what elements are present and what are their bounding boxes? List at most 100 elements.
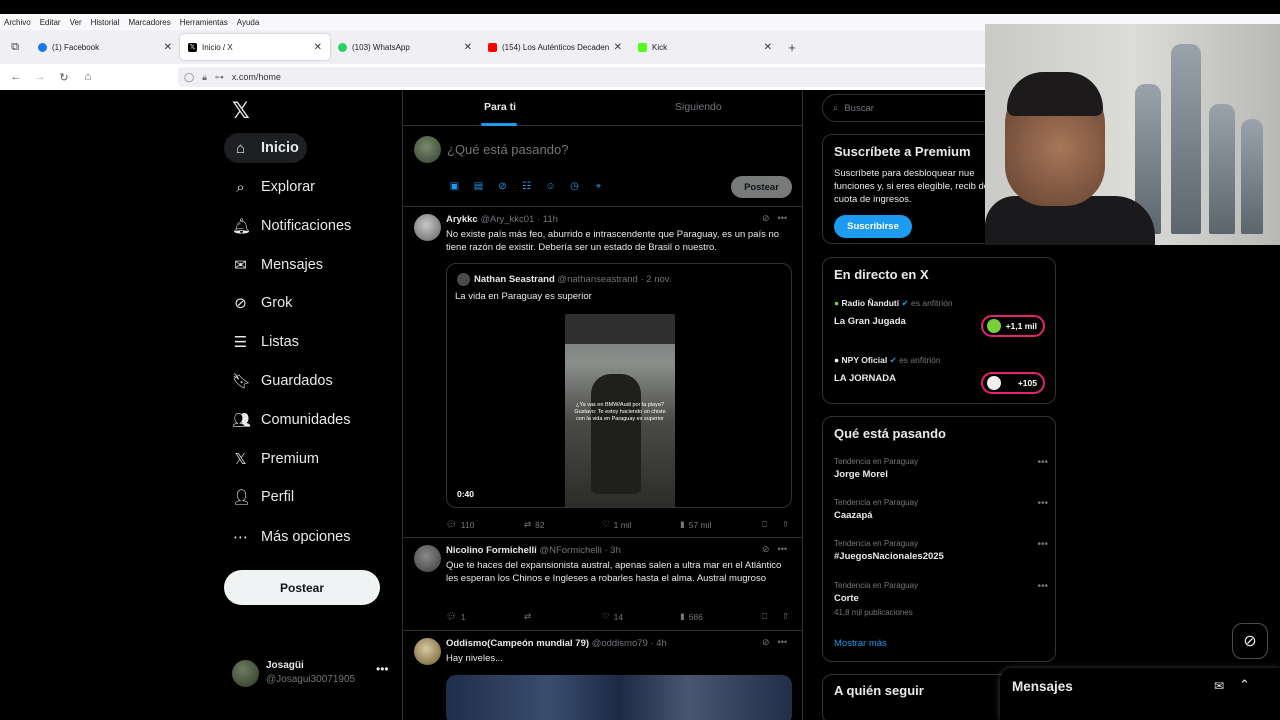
nav-item-mensajes[interactable]: ✉ Mensajes	[224, 250, 331, 280]
tweet-media-image[interactable]	[446, 675, 792, 720]
show-more-link[interactable]: Mostrar más	[834, 638, 887, 649]
nav-item-perfil[interactable]: 👤︎ Perfil	[224, 482, 302, 512]
nav-item-listas[interactable]: ☰ Listas	[224, 327, 307, 357]
new-message-icon[interactable]: ✉	[1214, 679, 1224, 693]
like-button[interactable]: ♡ 14	[602, 611, 680, 622]
nav-item-explorar[interactable]: ⌕ Explorar	[224, 172, 323, 202]
trend-item[interactable]: Tendencia en Paraguay Corte 41,8 mil pub…	[834, 581, 1048, 617]
live-listeners-pill[interactable]: +1,1 mil	[981, 315, 1045, 337]
menu-marcadores[interactable]: Marcadores	[129, 18, 171, 27]
close-icon[interactable]: ✕	[614, 42, 622, 53]
nav-item-notificaciones[interactable]: 🔔︎ Notificaciones	[224, 211, 359, 241]
bookmark-button[interactable]: ⎕	[762, 519, 782, 530]
tweet-author[interactable]: Arykkc	[446, 214, 478, 225]
tab-siguiendo[interactable]: Siguiendo	[675, 101, 722, 113]
close-icon[interactable]: ✕	[314, 42, 322, 53]
views-button[interactable]: ▮ 57 mil	[680, 519, 762, 530]
trend-item[interactable]: Tendencia en Paraguay Caazapá •••	[834, 498, 1048, 521]
tab-para-ti[interactable]: Para ti	[484, 101, 516, 113]
forward-icon[interactable]: →	[28, 71, 52, 83]
repost-button[interactable]: ⇄	[524, 611, 602, 622]
url-bar[interactable]: ◯ 🔒︎ ⊶ x.com/home	[178, 67, 988, 87]
trend-item[interactable]: Tendencia en Paraguay #JuegosNacionales2…	[834, 539, 1048, 562]
menu-editar[interactable]: Editar	[40, 18, 61, 27]
account-switcher[interactable]: Josagüi @Josagui30071905 •••	[230, 656, 400, 692]
tab-facebook[interactable]: (1) Facebook ✕	[30, 34, 180, 60]
more-icon[interactable]: •••	[1037, 539, 1048, 550]
tab-whatsapp[interactable]: (103) WhatsApp ✕	[330, 34, 480, 60]
reload-icon[interactable]: ↻	[52, 71, 76, 84]
live-show-title[interactable]: LA JORNADA	[834, 373, 896, 384]
tweet-author[interactable]: Oddismo(Campeón mundial 79)	[446, 638, 589, 649]
schedule-icon[interactable]: ◷	[567, 181, 582, 192]
tab-kick[interactable]: Kick ✕	[630, 34, 780, 60]
grok-floating-button[interactable]: ⊘	[1232, 623, 1268, 659]
tweet[interactable]: Oddismo(Campeón mundial 79) @oddismo79 ·…	[403, 632, 802, 720]
subscribe-button[interactable]: Suscribirse	[834, 215, 912, 238]
close-icon[interactable]: ✕	[164, 42, 172, 53]
more-icon[interactable]: •••	[1037, 581, 1048, 592]
image-icon[interactable]: ▣	[447, 181, 462, 192]
menu-ver[interactable]: Ver	[70, 18, 82, 27]
menu-herramientas[interactable]: Herramientas	[180, 18, 228, 27]
more-icon[interactable]: •••	[376, 662, 389, 676]
more-icon[interactable]: •••	[778, 544, 787, 555]
grok-icon[interactable]: ⊘	[762, 637, 770, 648]
menu-ayuda[interactable]: Ayuda	[237, 18, 260, 27]
quoted-tweet[interactable]: Nathan Seastrand @nathanseastrand · 2 no…	[446, 263, 792, 508]
grok-icon[interactable]: ⊘	[762, 544, 770, 555]
close-icon[interactable]: ✕	[764, 42, 772, 53]
emoji-icon[interactable]: ☺	[543, 181, 558, 192]
more-icon[interactable]: •••	[778, 637, 787, 648]
permissions-icon[interactable]: ⊶	[215, 72, 224, 83]
expand-icon[interactable]: ⌃	[1239, 677, 1250, 693]
tweet[interactable]: Arykkc @Ary_kkc01 · 11h ⊘ ••• No existe …	[403, 208, 802, 538]
nav-item-inicio[interactable]: ⌂ Inicio	[224, 133, 307, 163]
messages-drawer[interactable]: Mensajes ✉ ⌃	[1000, 668, 1280, 720]
tweet[interactable]: Nicolino Formichelli @NFormichelli · 3h …	[403, 539, 802, 631]
menu-archivo[interactable]: Archivo	[4, 18, 31, 27]
more-icon[interactable]: •••	[778, 213, 787, 224]
new-tab-icon[interactable]: +	[780, 40, 804, 55]
views-button[interactable]: ▮ 686	[680, 611, 762, 622]
video-player[interactable]: ¿Ya vas en BMW/Audi por la playa? Gustav…	[565, 314, 675, 507]
nav-item-grok[interactable]: ⊘ Grok	[224, 288, 300, 318]
trend-item[interactable]: Tendencia en Paraguay Jorge Morel •••	[834, 457, 1048, 480]
avatar[interactable]	[414, 545, 441, 572]
like-button[interactable]: ♡ 1 mil	[602, 519, 680, 530]
more-icon[interactable]: •••	[1037, 498, 1048, 509]
composer-post-button[interactable]: Postear	[731, 176, 792, 198]
tab-x-home[interactable]: 𝕏 Inicio / X ✕	[180, 34, 330, 60]
menu-historial[interactable]: Historial	[91, 18, 120, 27]
reply-button[interactable]: 💬︎ 110	[446, 519, 524, 530]
tab-youtube[interactable]: (154) Los Auténticos Decadente ✕	[480, 34, 630, 60]
grok-icon[interactable]: ⊘	[495, 181, 510, 192]
tweet-author[interactable]: Nicolino Formichelli	[446, 545, 537, 556]
live-listeners-pill[interactable]: +105	[981, 372, 1045, 394]
bookmark-button[interactable]: ⎕	[762, 611, 782, 622]
poll-icon[interactable]: ☷	[519, 181, 534, 192]
nav-item-comunidades[interactable]: 👥︎ Comunidades	[224, 405, 358, 435]
share-button[interactable]: ⇧	[782, 611, 789, 622]
lock-icon[interactable]: 🔒︎	[202, 72, 207, 83]
avatar[interactable]	[414, 214, 441, 241]
live-host[interactable]: ● NPY Oficial ✔ es anfitrión	[834, 355, 941, 366]
back-icon[interactable]: ←	[4, 71, 28, 83]
more-icon[interactable]: •••	[1037, 457, 1048, 468]
live-show-title[interactable]: La Gran Jugada	[834, 316, 906, 327]
reply-button[interactable]: 💬︎ 1	[446, 611, 524, 622]
home-icon[interactable]: ⌂	[76, 71, 100, 83]
repost-button[interactable]: ⇄ 82	[524, 519, 602, 530]
close-icon[interactable]: ✕	[464, 42, 472, 53]
gif-icon[interactable]: ▤	[471, 181, 486, 192]
x-logo-icon[interactable]: 𝕏	[232, 98, 250, 124]
location-icon[interactable]: ⌖	[591, 181, 606, 192]
shield-icon[interactable]: ◯	[184, 72, 194, 83]
live-host[interactable]: ● Radio Ñandutí ✔ es anfitrión	[834, 298, 953, 309]
avatar[interactable]	[414, 638, 441, 665]
nav-item-mas-opciones[interactable]: ⋯ Más opciones	[224, 522, 358, 552]
url-text[interactable]: x.com/home	[232, 72, 281, 82]
grok-icon[interactable]: ⊘	[762, 213, 770, 224]
composer-input[interactable]: ¿Qué está pasando?	[447, 142, 568, 157]
post-button[interactable]: Postear	[224, 570, 380, 605]
